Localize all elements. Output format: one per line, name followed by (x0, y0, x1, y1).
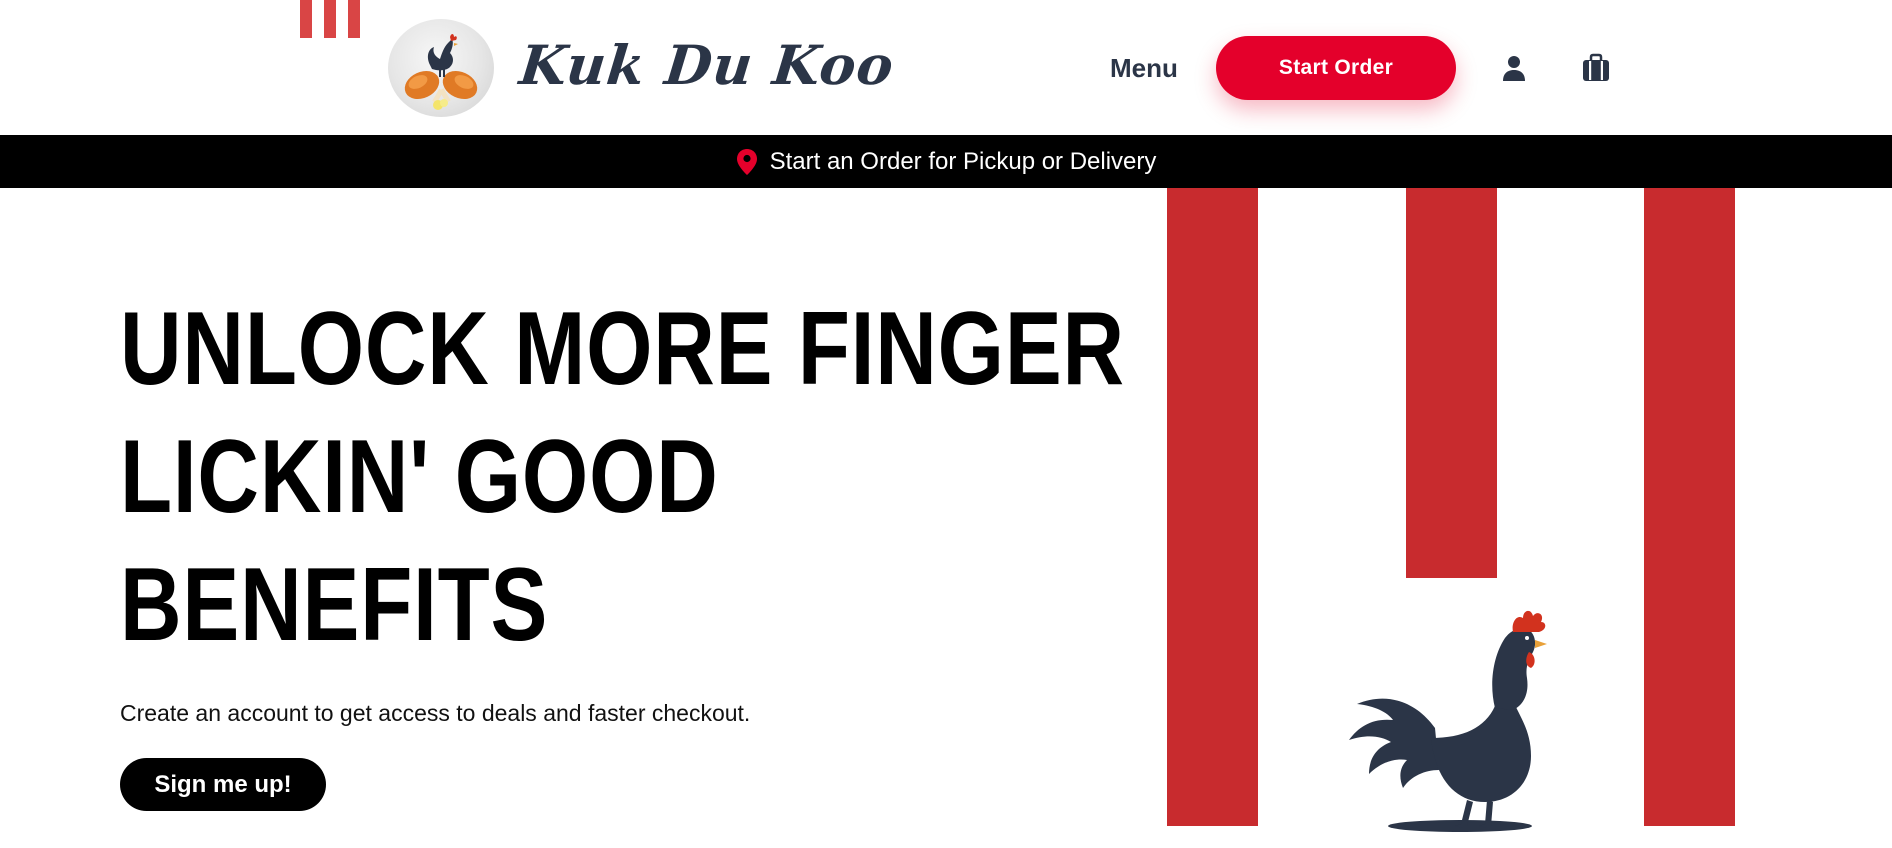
banner-text: Start an Order for Pickup or Delivery (769, 147, 1157, 175)
hero-title-line: BENEFITS (120, 547, 549, 663)
site-header: Kuk Du Koo Menu Start Order (0, 0, 1892, 135)
hero-subtitle: Create an account to get access to deals… (120, 700, 751, 726)
hero-stripe (1406, 188, 1497, 578)
hero-stripe (1167, 188, 1258, 826)
brand-name[interactable]: Kuk Du Koo (516, 30, 898, 100)
user-icon[interactable] (1498, 52, 1530, 84)
sign-up-button[interactable]: Sign me up! (120, 758, 326, 811)
hero-title-line: LICKIN' GOOD (120, 419, 719, 535)
rooster-illustration-icon (1335, 588, 1555, 838)
hero-title-line: UNLOCK MORE FINGER (120, 291, 1125, 407)
nav-menu-link[interactable]: Menu (1110, 50, 1178, 86)
order-banner[interactable]: Start an Order for Pickup or Delivery (0, 135, 1892, 188)
start-order-button[interactable]: Start Order (1216, 36, 1456, 100)
rooster-drumsticks-logo-icon[interactable] (388, 19, 494, 117)
shopping-bag-icon[interactable] (1580, 52, 1612, 84)
hero-stripe (1644, 188, 1735, 826)
brand-stripes-decoration (300, 0, 360, 38)
hero-title: UNLOCK MORE FINGER LICKIN' GOOD BENEFITS (120, 285, 1125, 669)
location-pin-icon (736, 148, 758, 176)
